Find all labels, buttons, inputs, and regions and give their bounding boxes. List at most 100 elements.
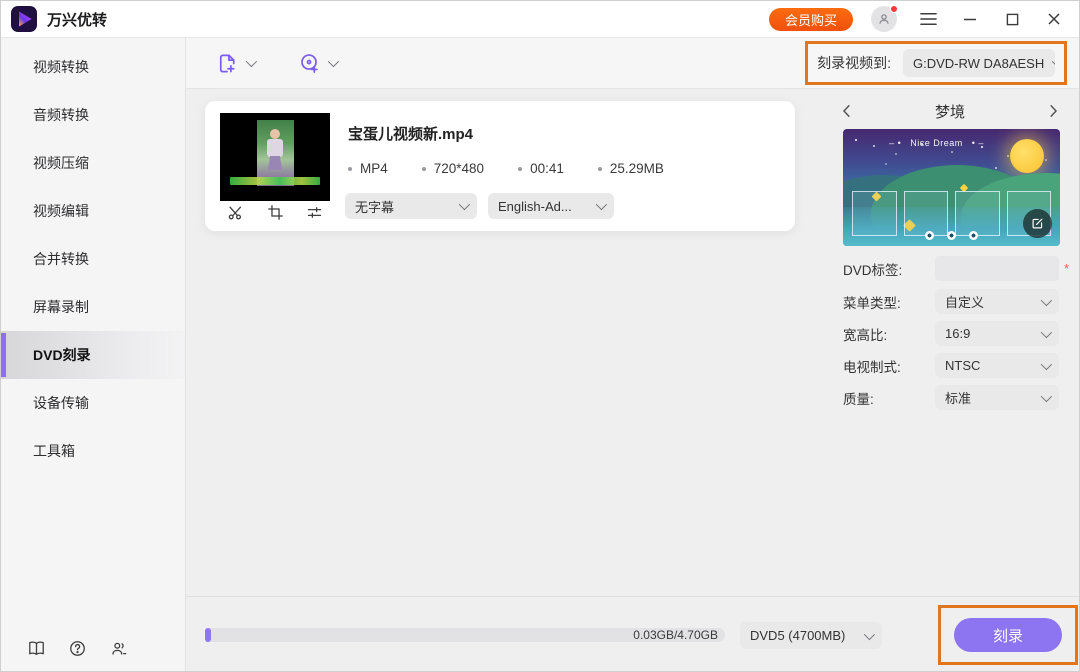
- tv-standard-value: NTSC: [945, 358, 981, 373]
- add-disc-button[interactable]: [298, 52, 340, 75]
- membership-buy-button[interactable]: 会员购买: [768, 7, 853, 31]
- disc-type-value: DVD5 (4700MB): [750, 628, 846, 643]
- chapter-frame[interactable]: [903, 191, 948, 236]
- sidebar-item-dvd-burn[interactable]: DVD刻录: [1, 331, 185, 379]
- sidebar-item-device-transfer[interactable]: 设备传输: [1, 379, 185, 427]
- add-file-icon: [219, 53, 235, 73]
- crop-icon[interactable]: [267, 204, 284, 221]
- subtitle-select[interactable]: 无字幕: [345, 193, 477, 219]
- app-title: 万兴优转: [47, 11, 108, 29]
- menu-nav-dot[interactable]: [947, 231, 956, 240]
- chevron-down-icon: [1040, 294, 1053, 306]
- chevron-down-icon: [327, 55, 340, 68]
- contact-support-icon[interactable]: [109, 639, 128, 658]
- menu-type-select[interactable]: 自定义: [935, 289, 1059, 314]
- sidebar-item-audio-convert[interactable]: 音频转换: [1, 91, 185, 139]
- quality-label: 质量:: [843, 391, 874, 407]
- video-meta: MP4 720*480 00:41 25.29MB: [348, 161, 664, 176]
- chevron-down-icon: [245, 55, 258, 68]
- video-filename: 宝蛋儿视频新.mp4: [348, 126, 474, 143]
- disc-usage-text: 0.03GB/4.70GB: [633, 628, 718, 642]
- sidebar-item-video-edit[interactable]: 视频编辑: [1, 187, 185, 235]
- chevron-down-icon: [1040, 390, 1053, 402]
- user-guide-book-icon[interactable]: [27, 639, 46, 658]
- chevron-down-icon: [1051, 55, 1055, 68]
- chevron-down-icon: [1040, 358, 1053, 370]
- form-row-aspect-ratio: 宽高比: 16:9: [843, 321, 1071, 346]
- template-name: 梦境: [934, 103, 965, 121]
- sidebar-item-merge-convert[interactable]: 合并转换: [1, 235, 185, 283]
- burn-button[interactable]: 刻录: [954, 618, 1062, 652]
- sidebar-item-video-convert[interactable]: 视频转换: [1, 43, 185, 91]
- help-icon[interactable]: [68, 639, 87, 658]
- tv-standard-select[interactable]: NTSC: [935, 353, 1059, 378]
- aspect-ratio-select[interactable]: 16:9: [935, 321, 1059, 346]
- aspect-ratio-value: 16:9: [945, 326, 971, 341]
- video-thumbnail[interactable]: [220, 113, 330, 201]
- required-asterisk: *: [1064, 261, 1070, 276]
- video-item-card: 宝蛋儿视频新.mp4 MP4 720*480 00:41 25.29MB 无字幕: [205, 101, 795, 231]
- burn-target-highlight-box: 刻录视频到: G:DVD-RW DA8AESH: [805, 41, 1067, 85]
- video-format: MP4: [348, 161, 388, 176]
- disc-usage-fill: [205, 628, 211, 642]
- video-size: 25.29MB: [598, 161, 664, 176]
- trim-scissors-icon[interactable]: [227, 204, 244, 221]
- user-icon: [879, 14, 889, 24]
- menu-nav-dot[interactable]: [969, 231, 978, 240]
- sidebar-item-screen-record[interactable]: 屏幕录制: [1, 283, 185, 331]
- sidebar-item-label: 屏幕录制: [33, 299, 89, 315]
- edit-template-button[interactable]: [1023, 209, 1052, 238]
- menu-type-label: 菜单类型:: [843, 295, 901, 311]
- burn-button-highlight-box: 刻录: [938, 605, 1078, 665]
- template-prev-icon[interactable]: [838, 102, 856, 120]
- chapter-frame[interactable]: [955, 191, 1000, 236]
- sidebar-item-label: 视频编辑: [33, 203, 89, 219]
- menu-icon[interactable]: [917, 8, 939, 30]
- template-next-icon[interactable]: [1044, 102, 1062, 120]
- burn-to-label: 刻录视频到:: [817, 55, 891, 71]
- effects-sliders-icon[interactable]: [306, 204, 323, 221]
- chevron-down-icon: [1040, 326, 1053, 338]
- dvd-menu-template-preview[interactable]: – • Nice Dream • –: [843, 129, 1060, 246]
- chevron-down-icon: [458, 198, 471, 211]
- menu-type-value: 自定义: [945, 295, 985, 310]
- menu-nav-dot[interactable]: [925, 231, 934, 240]
- aspect-ratio-label: 宽高比:: [843, 327, 888, 343]
- sidebar-item-label: DVD刻录: [33, 347, 91, 363]
- chapter-frame[interactable]: [852, 191, 897, 236]
- form-row-menu-type: 菜单类型: 自定义: [843, 289, 1071, 314]
- main-area: 刻录视频到: G:DVD-RW DA8AESH 宝蛋儿视频新.mp4 MP4 7…: [186, 38, 1079, 671]
- add-file-button[interactable]: [216, 52, 258, 75]
- content-area: 宝蛋儿视频新.mp4 MP4 720*480 00:41 25.29MB 无字幕: [186, 89, 1079, 596]
- sidebar-footer: [27, 639, 128, 658]
- close-icon[interactable]: [1043, 8, 1065, 30]
- form-row-quality: 质量: 标准: [843, 385, 1071, 410]
- sidebar: 视频转换 音频转换 视频压缩 视频编辑 合并转换 屏幕录制 DVD刻录 设备传输…: [1, 38, 186, 671]
- title-deco: – •: [889, 138, 902, 148]
- sidebar-item-label: 音频转换: [33, 107, 89, 123]
- video-duration: 00:41: [518, 161, 564, 176]
- form-row-dvd-label: DVD标签: *: [843, 256, 1071, 281]
- sidebar-item-label: 视频压缩: [33, 155, 89, 171]
- sidebar-item-video-compress[interactable]: 视频压缩: [1, 139, 185, 187]
- dvd-label-input[interactable]: [935, 256, 1059, 281]
- burn-drive-select[interactable]: G:DVD-RW DA8AESH: [903, 49, 1055, 77]
- titlebar: 万兴优转 会员购买: [1, 1, 1079, 38]
- disc-usage-progressbar: 0.03GB/4.70GB: [205, 628, 725, 642]
- audio-track-select[interactable]: English-Ad...: [488, 193, 614, 219]
- add-disc-icon: [301, 53, 318, 73]
- maximize-icon[interactable]: [1001, 8, 1023, 30]
- quality-select[interactable]: 标准: [935, 385, 1059, 410]
- sidebar-item-toolbox[interactable]: 工具箱: [1, 427, 185, 475]
- template-title-row: – • Nice Dream • –: [843, 138, 1030, 148]
- video-track-selects: 无字幕 English-Ad...: [345, 193, 614, 219]
- app-window: 万兴优转 会员购买 视频转换 音频转换 视频压缩 视频编辑 合并转换 屏幕录制: [0, 0, 1080, 672]
- dvd-label-label: DVD标签:: [843, 262, 903, 278]
- sidebar-item-label: 合并转换: [33, 251, 89, 267]
- disc-type-select[interactable]: DVD5 (4700MB): [740, 622, 882, 649]
- user-avatar[interactable]: [871, 5, 898, 32]
- minimize-icon[interactable]: [959, 8, 981, 30]
- toolbar: 刻录视频到: G:DVD-RW DA8AESH: [186, 38, 1079, 89]
- sidebar-item-label: 设备传输: [33, 395, 89, 411]
- subtitle-select-value: 无字幕: [355, 199, 395, 215]
